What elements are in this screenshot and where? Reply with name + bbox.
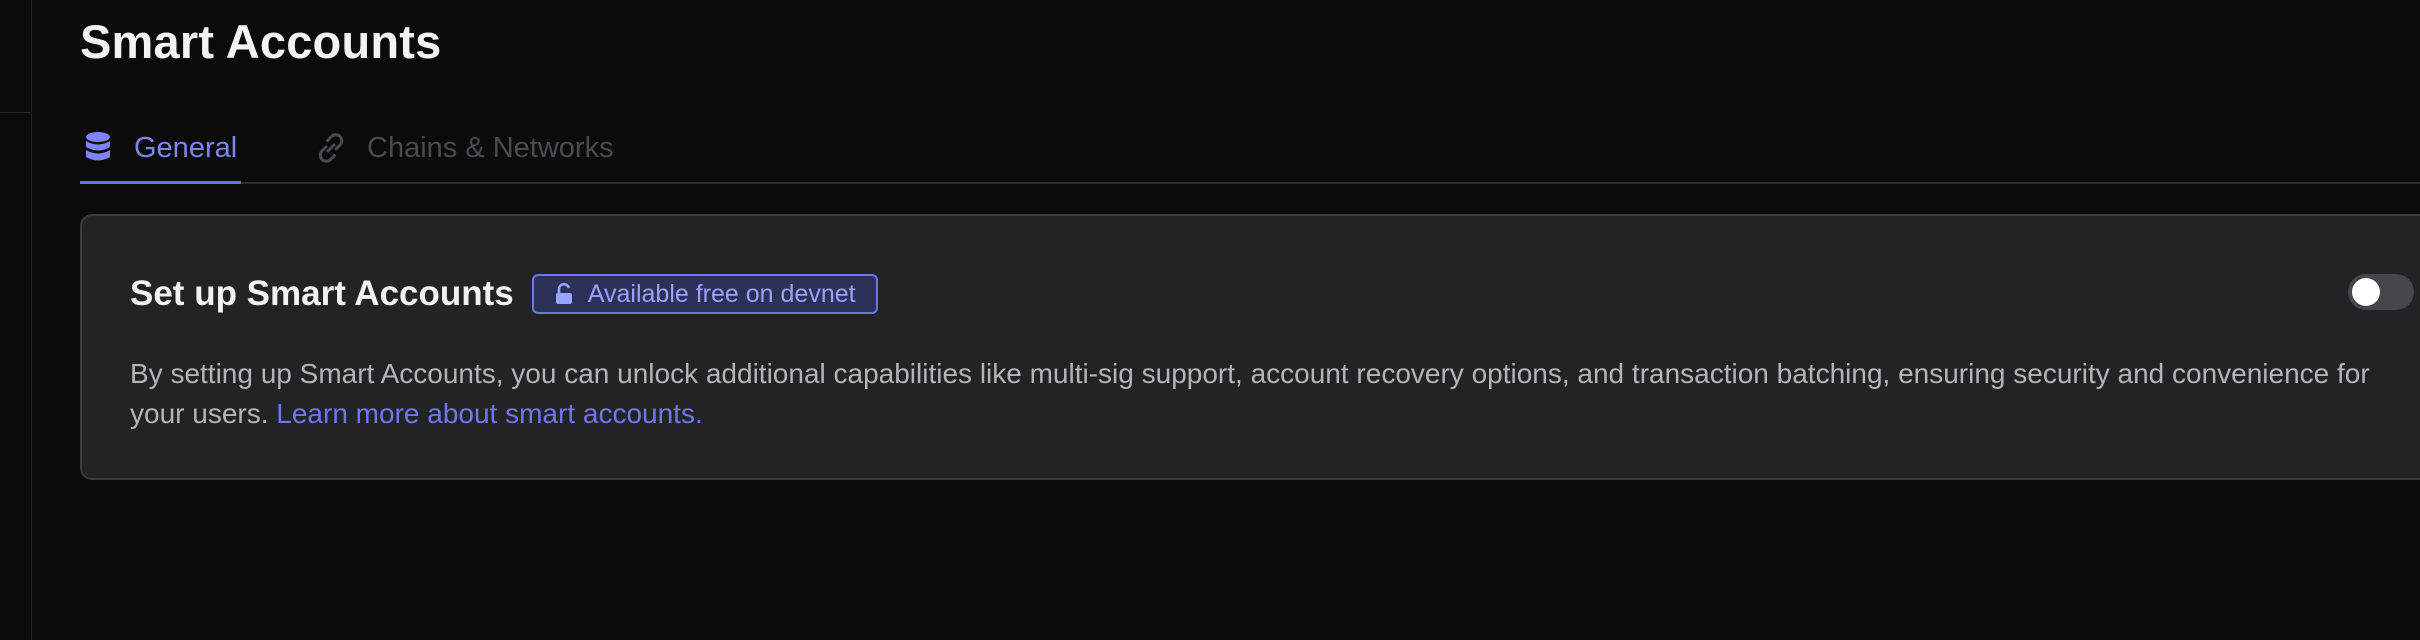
tab-bar: General Chains & Networks	[80, 114, 2420, 184]
card-title: Set up Smart Accounts	[130, 274, 514, 313]
tab-chains-networks[interactable]: Chains & Networks	[313, 114, 614, 182]
page: Smart Accounts General Chains & Networks…	[0, 0, 2420, 640]
badge-label: Available free on devnet	[587, 279, 856, 308]
link-icon	[313, 130, 349, 166]
learn-more-link[interactable]: Learn more about smart accounts.	[276, 398, 702, 429]
toggle-knob	[2352, 278, 2380, 306]
tab-general-label: General	[134, 131, 238, 164]
smart-accounts-toggle[interactable]	[2348, 274, 2414, 310]
sidebar-divider	[0, 112, 31, 113]
database-icon	[80, 130, 116, 166]
smart-accounts-card: Set up Smart Accounts Available free on …	[80, 214, 2420, 480]
unlock-icon	[554, 282, 576, 306]
tab-chains-networks-label: Chains & Networks	[367, 131, 614, 164]
main-content: Smart Accounts General Chains & Networks…	[80, 0, 2420, 640]
card-description: By setting up Smart Accounts, you can un…	[130, 354, 2390, 434]
card-heading: Set up Smart Accounts Available free on …	[130, 274, 878, 314]
devnet-badge: Available free on devnet	[531, 274, 878, 314]
tab-general[interactable]: General	[80, 114, 241, 184]
sidebar-edge	[0, 0, 32, 640]
page-title: Smart Accounts	[80, 15, 442, 68]
